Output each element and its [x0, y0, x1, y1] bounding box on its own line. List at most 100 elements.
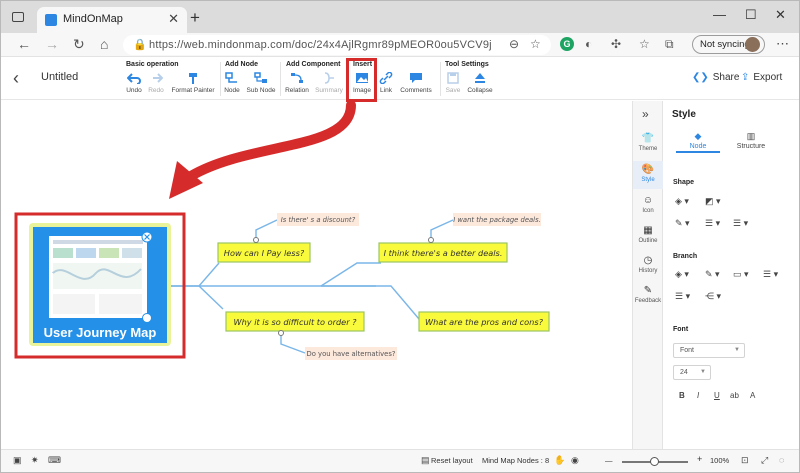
node-handle[interactable] — [278, 330, 284, 336]
maximize-button[interactable]: ☐ — [745, 7, 757, 23]
style-palette-icon: 🎨 — [641, 164, 655, 175]
branch-connector-icon[interactable]: ⋲ ▾ — [705, 291, 721, 302]
border-color-icon[interactable]: ◩ ▾ — [705, 196, 721, 207]
save-button[interactable]: Save — [444, 72, 462, 98]
undo-button[interactable]: Undo — [125, 72, 143, 98]
underline-button[interactable]: U — [714, 391, 720, 400]
rail-item-style[interactable]: 🎨 Style — [633, 161, 663, 189]
group-tool-settings: Tool Settings — [445, 61, 489, 68]
image-resize-icon[interactable] — [142, 313, 152, 323]
node-difficult-order-label: Why it is so difficult to order ? — [233, 317, 357, 327]
keyboard-icon[interactable]: ⌨ — [48, 455, 61, 466]
add-sub-node-button[interactable]: Sub Node — [246, 72, 276, 98]
zoom-in-button[interactable]: + — [697, 454, 702, 464]
fullscreen-icon[interactable]: ⤢ — [761, 455, 768, 466]
link-icon — [379, 72, 393, 84]
font-color-button[interactable]: A — [750, 391, 755, 400]
insert-comments-button[interactable]: Comments — [399, 72, 433, 98]
bold-button[interactable]: B — [679, 391, 685, 400]
minimize-button[interactable]: — — [713, 7, 726, 22]
redo-label: Redo — [148, 87, 164, 94]
grammarly-extension-icon[interactable]: G — [560, 37, 574, 51]
font-size-select[interactable]: 24 ▼ — [673, 365, 711, 380]
node-handle[interactable] — [428, 237, 434, 243]
rail-item-outline[interactable]: ▦ Outline — [633, 225, 663, 251]
pen-icon[interactable]: ✎ ▾ — [675, 218, 690, 229]
forward-icon[interactable]: → — [45, 36, 59, 52]
node-icon — [225, 72, 237, 83]
tab-close-icon[interactable]: ✕ — [168, 11, 179, 27]
hand-tool-icon[interactable]: ✋ — [554, 455, 565, 466]
url-field[interactable]: 🔒 https://web.mindonmap.com/doc/24x4AjlR… — [123, 35, 551, 55]
collapse-button[interactable]: Collapse — [467, 72, 493, 98]
zoom-out-icon[interactable]: ⊖ — [509, 37, 519, 51]
rail-item-history[interactable]: ◷ History — [633, 255, 663, 281]
favorite-star-icon[interactable]: ☆ — [530, 37, 541, 51]
favorites-icon[interactable]: ☆ — [639, 37, 650, 51]
insert-link-button[interactable]: Link — [378, 72, 394, 98]
new-tab-button[interactable]: + — [190, 8, 200, 28]
format-painter-icon — [189, 73, 197, 84]
font-family-select[interactable]: Font ▼ — [673, 343, 745, 358]
structure-icon: ▥ — [746, 131, 756, 141]
address-bar: ← → ↻ ⌂ 🔒 https://web.mindonmap.com/doc/… — [1, 33, 799, 57]
close-window-button[interactable]: ✕ — [775, 7, 786, 23]
border-style-icon[interactable]: ☰ ▾ — [733, 218, 748, 229]
help-icon[interactable]: ◌ — [779, 455, 784, 465]
border-width-icon[interactable]: ☰ ▾ — [705, 218, 720, 229]
rail-item-icon[interactable]: ☺ Icon — [633, 195, 663, 221]
url-text[interactable]: https://web.mindonmap.com/doc/24x4AjlRgm… — [149, 39, 492, 51]
branch-line-color-icon[interactable]: ✎ ▾ — [705, 269, 720, 280]
zoom-level: 100% — [710, 456, 730, 465]
undo-icon — [127, 73, 141, 84]
browser-menu-icon[interactable]: ⋯ — [776, 36, 789, 52]
zoom-out-button[interactable]: — — [605, 456, 613, 465]
summary-icon — [324, 72, 334, 84]
reset-layout-button[interactable]: Reset layout — [431, 456, 473, 465]
back-icon[interactable]: ← — [17, 36, 31, 52]
share-label: Share — [712, 72, 740, 83]
add-node-button[interactable]: Node — [223, 72, 241, 98]
app-toolbar: ‹ Untitled Basic operation Undo Redo For… — [1, 58, 799, 100]
fit-screen-icon[interactable]: ⊡ — [741, 455, 749, 466]
minimap-icon[interactable]: ▣ — [13, 455, 22, 466]
node-handle[interactable] — [253, 237, 259, 243]
toolbar-divider — [280, 62, 281, 96]
home-icon[interactable]: ⌂ — [100, 36, 108, 52]
profile-sync-button[interactable]: Not syncing — [692, 35, 765, 54]
rail-item-feedback[interactable]: ✎ Feedback — [633, 285, 663, 311]
document-title[interactable]: Untitled — [41, 71, 78, 83]
extensions-puzzle-icon[interactable]: ✣ — [611, 37, 621, 51]
browser-tab[interactable]: MindOnMap ✕ — [37, 7, 187, 33]
tab-node[interactable]: ◆ Node — [670, 131, 726, 150]
view-eye-icon[interactable]: ◉ — [571, 455, 579, 466]
collections-icon[interactable]: ⧉ — [665, 37, 674, 52]
rail-item-theme[interactable]: 👕 Theme — [633, 133, 663, 159]
refresh-icon[interactable]: ↻ — [73, 36, 85, 53]
mindmap-canvas[interactable]: User Journey Map How can I Pay less? I t… — [1, 101, 632, 449]
sidebar-toggle-icon[interactable] — [12, 12, 24, 22]
sync-label: Not syncing — [700, 39, 750, 50]
italic-button[interactable]: I — [697, 391, 699, 400]
tab-structure[interactable]: ▥ Structure — [723, 131, 779, 150]
export-icon: ⇪ — [741, 72, 750, 83]
strikethrough-button[interactable]: ab — [730, 391, 739, 400]
zoom-slider-handle[interactable] — [650, 457, 659, 466]
branch-width-icon[interactable]: ☰ ▾ — [763, 269, 778, 280]
branch-lines — [169, 219, 454, 354]
format-painter-button[interactable]: Format Painter — [171, 72, 215, 98]
collapse-panel-icon[interactable]: » — [642, 107, 649, 121]
share-button[interactable]: ❮❯ Share — [692, 72, 739, 83]
extension-icon[interactable]: ◐ — [585, 37, 592, 51]
fill-color-icon[interactable]: ◈ ▾ — [675, 196, 689, 207]
summary-button[interactable]: Summary — [314, 72, 344, 98]
group-add-component: Add Component — [286, 61, 341, 68]
branch-shape-icon[interactable]: ▭ ▾ — [733, 269, 749, 280]
back-arrow-icon[interactable]: ‹ — [13, 68, 19, 89]
branch-style-icon[interactable]: ☰ ▾ — [675, 291, 690, 302]
branch-fill-icon[interactable]: ◈ ▾ — [675, 269, 689, 280]
theme-toggle-icon[interactable]: ✷ — [31, 455, 39, 466]
redo-button[interactable]: Redo — [147, 72, 165, 98]
relation-button[interactable]: Relation — [284, 72, 310, 98]
export-button[interactable]: ⇪ Export — [741, 72, 782, 83]
